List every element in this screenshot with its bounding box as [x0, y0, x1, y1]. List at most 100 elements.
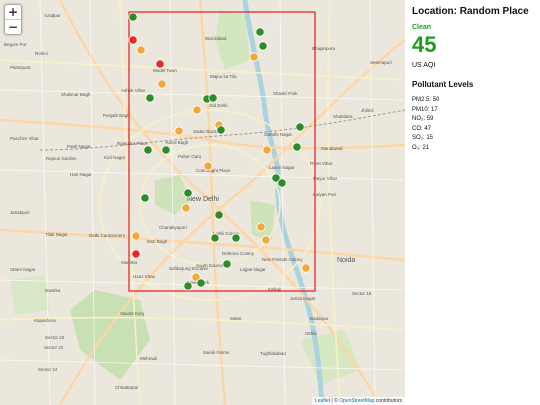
station-marker-moderate[interactable] — [249, 52, 259, 62]
pollutant-label: NO₂ — [412, 116, 424, 122]
pollutant-label: PM10 — [412, 106, 428, 113]
station-marker-moderate[interactable] — [181, 203, 191, 213]
area-label: Shalimar Bagh — [61, 92, 91, 97]
area-label: Rajouri Garden — [46, 156, 77, 161]
area-label: Chhattarpur — [115, 385, 139, 390]
pollutant-value: 15 — [426, 135, 434, 141]
station-marker-good[interactable] — [196, 278, 206, 288]
area-label: Ashok Vihar — [121, 88, 146, 93]
station-marker-good[interactable] — [277, 178, 287, 188]
area-label: Tughlakabad — [260, 351, 286, 356]
area-label: Tilak Nagar — [45, 232, 68, 237]
station-marker-good[interactable] — [210, 233, 220, 243]
pollutant-row: PM2.5: 50 — [412, 97, 440, 103]
area-label: Laxmi Nagar — [269, 165, 295, 170]
station-marker-poor[interactable] — [155, 59, 165, 69]
pollutant-levels-heading: Pollutant Levels — [412, 80, 474, 89]
area-label: Kalyan Puri — [313, 192, 336, 197]
area-label: Noida — [337, 257, 355, 264]
station-marker-good[interactable] — [231, 233, 241, 243]
pollutant-value: 21 — [422, 144, 430, 151]
station-marker-good[interactable] — [183, 281, 193, 291]
area-label: Model Town — [153, 68, 177, 73]
station-marker-good[interactable] — [295, 122, 305, 132]
area-label: Moti Bagh — [147, 239, 168, 244]
area-label: Pahar Ganj — [178, 154, 201, 159]
area-label: Gandhi Nagar — [264, 132, 293, 137]
osm-link[interactable]: OpenStreetMap — [339, 398, 374, 404]
area-label: Chanakyapuri — [159, 225, 187, 230]
area-label: Paschim Vihar — [10, 136, 39, 141]
area-label: Old Delhi — [209, 103, 228, 108]
air-quality-status: Clean — [412, 24, 432, 31]
station-marker-moderate[interactable] — [157, 79, 167, 89]
map-attribution: Leaflet | © OpenStreetMap contributors — [312, 397, 405, 405]
zoom-in-button[interactable]: + — [5, 5, 21, 19]
area-label: Kapashera — [34, 318, 56, 323]
station-marker-poor[interactable] — [128, 35, 138, 45]
area-label: New Delhi — [187, 196, 219, 203]
area-label: Begum Pur — [4, 42, 27, 47]
station-marker-moderate[interactable] — [203, 161, 213, 171]
station-marker-moderate[interactable] — [301, 263, 311, 273]
pollutant-row: PM10: 17 — [412, 106, 438, 113]
area-label: Uttam Nagar — [10, 267, 36, 272]
station-marker-good[interactable] — [255, 27, 265, 37]
map-view[interactable]: Azadpur Begum Pur Pitampura Shalimar Bagh Mo… — [0, 0, 405, 405]
area-label: Saket — [230, 316, 242, 321]
area-label: Kirti Nagar — [104, 155, 126, 160]
map-tiles[interactable]: Azadpur Begum Pur Pitampura Shalimar Bagh Mo… — [0, 0, 405, 405]
pollutant-row: SO₂: 15 — [412, 135, 434, 141]
station-marker-moderate[interactable] — [136, 45, 146, 55]
zoom-out-button[interactable]: − — [5, 19, 21, 34]
station-marker-good[interactable] — [222, 259, 232, 269]
area-label: Okhla — [305, 331, 317, 336]
area-label: Sainik Farms — [203, 350, 230, 355]
area-label: Badarpur — [310, 316, 329, 321]
area-label: Dwarka — [45, 288, 61, 293]
station-marker-good[interactable] — [128, 12, 138, 22]
pollutant-label: SO₂ — [412, 135, 423, 141]
area-label: Sector 22 — [45, 335, 65, 340]
area-label: Vasant Kunj — [120, 311, 144, 316]
station-marker-moderate[interactable] — [256, 222, 266, 232]
station-marker-good[interactable] — [140, 193, 150, 203]
area-label: Patel Nagar — [67, 144, 91, 149]
station-marker-moderate[interactable] — [192, 105, 202, 115]
location-title: Location: Random Place — [412, 6, 529, 17]
area-label: Jhilmil — [361, 108, 374, 113]
area-label: Lajpat Nagar — [240, 267, 266, 272]
area-label: Wazirabad — [205, 36, 227, 41]
leaflet-link[interactable]: Leaflet — [315, 398, 330, 404]
area-label: Pitampura — [10, 65, 31, 70]
station-marker-moderate[interactable] — [174, 126, 184, 136]
station-marker-moderate[interactable] — [131, 231, 141, 241]
area-label: Mehrauli — [140, 356, 157, 361]
pollutant-value: 47 — [424, 125, 432, 132]
area-label: Azadpur — [44, 13, 61, 18]
area-label: Hauz Khas — [133, 274, 156, 279]
station-marker-good[interactable] — [292, 142, 302, 152]
station-marker-moderate[interactable] — [261, 235, 271, 245]
pollutant-label: CO — [412, 125, 421, 132]
station-marker-good[interactable] — [145, 93, 155, 103]
station-marker-good[interactable] — [258, 41, 268, 51]
attribution-separator: | © — [330, 398, 340, 404]
pollutant-list: PM2.5: 50 PM10: 17 NO₂: 59 CO: 47 SO₂: 1… — [412, 96, 534, 153]
pollutant-row: NO₂: 59 — [412, 116, 434, 122]
area-label: Punjabi Bagh — [103, 113, 130, 118]
station-marker-good[interactable] — [216, 125, 226, 135]
station-marker-good[interactable] — [183, 188, 193, 198]
station-marker-moderate[interactable] — [262, 145, 272, 155]
area-label: Defence Colony — [222, 251, 255, 256]
attribution-suffix: contributors — [374, 398, 402, 404]
area-label: Shahdara — [333, 114, 353, 119]
area-label: Connaught Place — [196, 168, 231, 173]
station-marker-good[interactable] — [161, 145, 171, 155]
station-marker-good[interactable] — [143, 145, 153, 155]
station-marker-good[interactable] — [214, 210, 224, 220]
pollutant-label: O₃ — [412, 144, 420, 151]
station-marker-poor[interactable] — [131, 249, 141, 259]
station-marker-good[interactable] — [208, 93, 218, 103]
aqi-value: 45 — [412, 32, 437, 57]
